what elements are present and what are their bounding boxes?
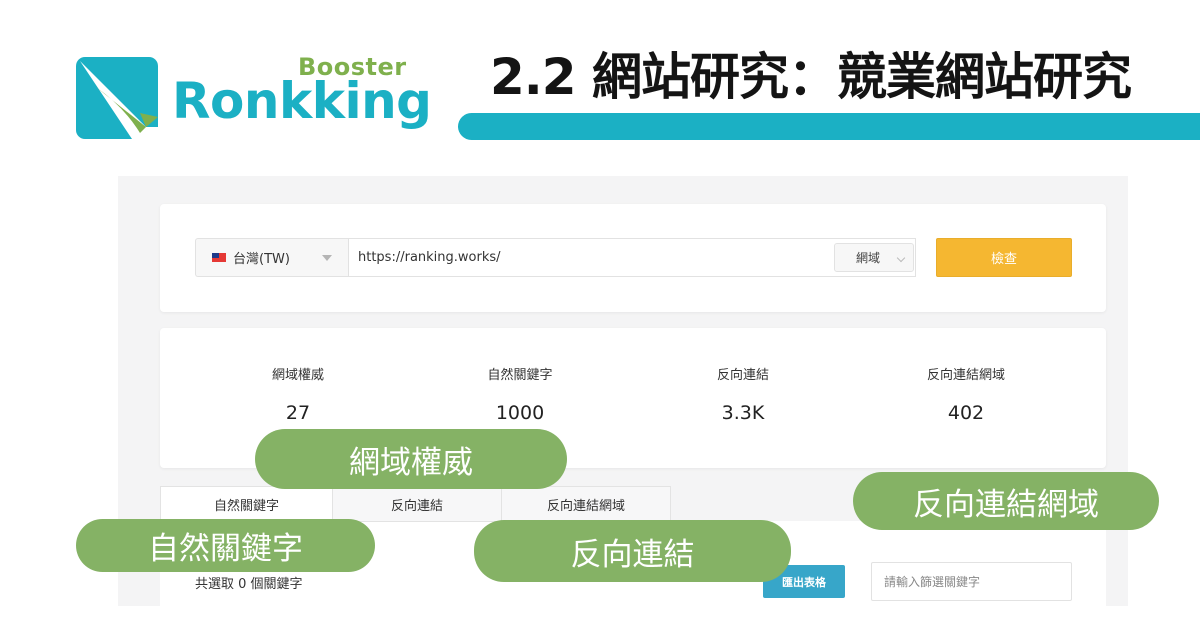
annotation-organic-keywords: 自然關鍵字 [76,519,375,572]
stat-label: 自然關鍵字 [487,368,553,383]
taiwan-flag-icon [212,253,226,262]
stat-value: 3.3K [721,402,765,424]
annotation-domain-authority: 網域權威 [255,429,567,489]
search-card: 台灣(TW) 網域 檢查 [160,204,1106,312]
title-underline-bar [458,113,1200,140]
check-button[interactable]: 檢查 [936,238,1072,277]
selected-count-text: 共選取 0 個關鍵字 [195,577,303,592]
keyword-filter-input[interactable] [871,562,1072,601]
logo-wordmark: Ronkking [172,72,432,130]
page-title: 2.2 網站研究：競業網站研究 [490,48,1132,106]
rankking-logo-icon [76,57,158,139]
scope-select[interactable]: 網域 [834,243,914,272]
annotation-backlinks: 反向連結 [474,520,791,582]
caret-down-icon [322,255,332,261]
stat-value: 1000 [495,402,545,424]
annotation-referring-domains: 反向連結網域 [853,472,1159,530]
country-label: 台灣(TW) [233,252,290,267]
chevron-down-icon [896,253,906,263]
stat-label: 反向連結 [716,368,769,383]
stat-value: 27 [285,402,311,424]
country-select[interactable]: 台灣(TW) [195,238,348,277]
stat-label: 反向連結網域 [926,368,1005,383]
stat-label: 網域權威 [271,368,324,383]
tab-organic-keywords[interactable]: 自然關鍵字 [160,486,333,522]
page: Booster Ronkking 2.2 網站研究：競業網站研究 台灣(TW) … [0,0,1200,630]
tab-referring-domains[interactable]: 反向連結網域 [501,486,671,522]
tab-backlinks[interactable]: 反向連結 [332,486,502,522]
scope-label: 網域 [856,251,881,265]
stat-value: 402 [947,402,985,424]
url-input[interactable] [348,238,916,277]
